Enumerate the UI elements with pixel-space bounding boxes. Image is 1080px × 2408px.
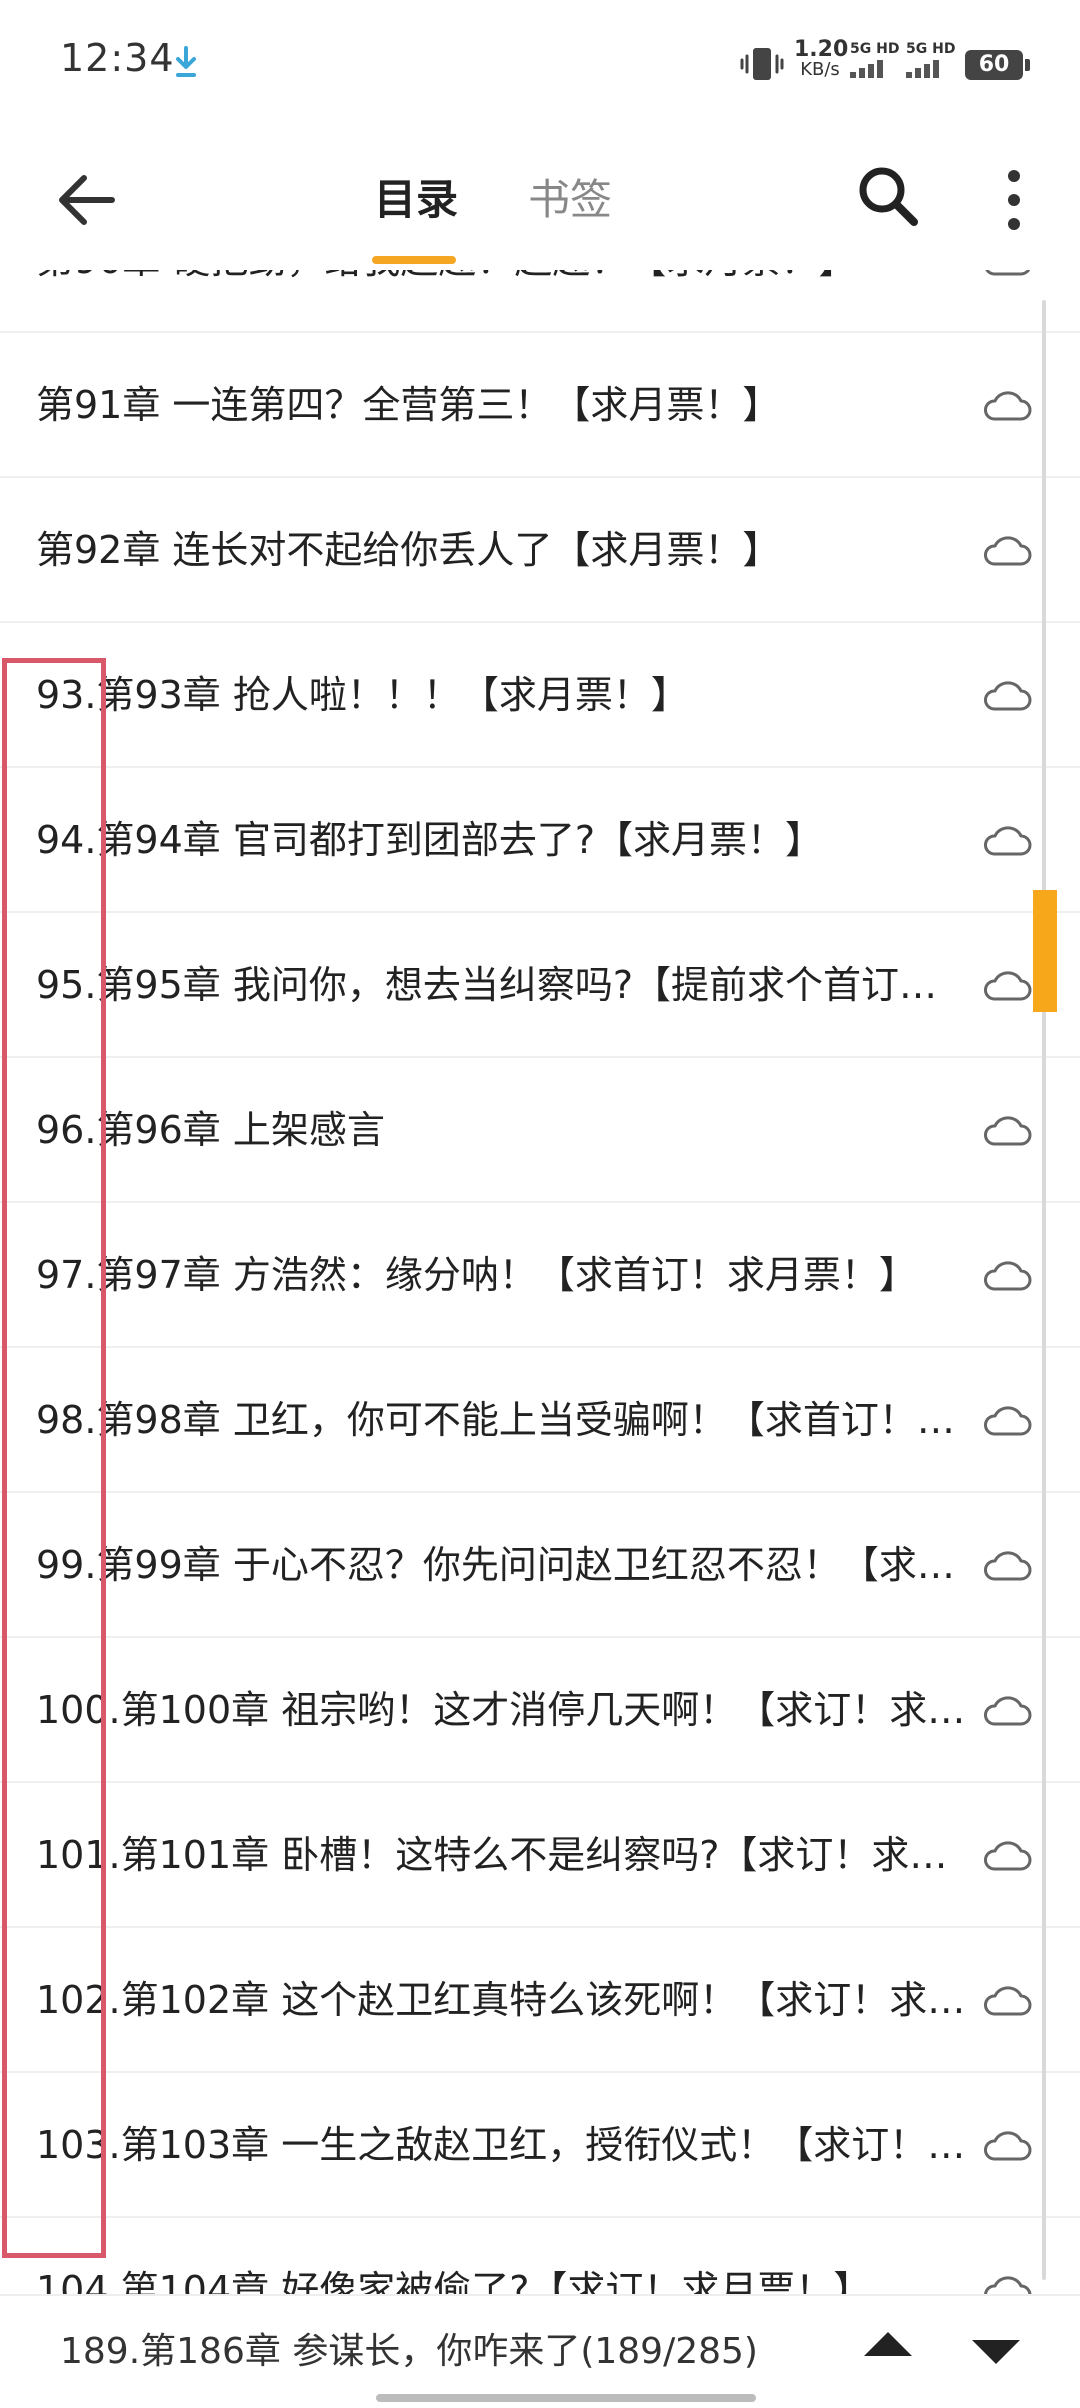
footer-bar: 189.第186章 参谋长，你咋来了(189/285) (0, 2294, 1080, 2408)
chapter-title: 98.第98章 卫红，你可不能上当受骗啊！【求首订！求月票！】 (36, 1398, 966, 1442)
cloud-icon[interactable] (982, 270, 1032, 278)
chapter-title: 第90章 硬把劲，给我超越！超越！【求月票！】 (36, 270, 966, 333)
cloud-icon[interactable] (982, 824, 1032, 858)
chapter-title: 102.第102章 这个赵卫红真特么该死啊！【求订！求月票！】 (36, 1978, 966, 2022)
net-speed: 1.20 KB/s (794, 37, 849, 80)
sim2-label: 5G HD (906, 41, 956, 57)
chapter-item[interactable]: 95.第95章 我问你，想去当纠察吗?【提前求个首订！】 (0, 913, 1080, 1058)
chapter-title: 104.第104章 好像家被偷了?【求订！求月票！】 (36, 2268, 872, 2294)
chapter-title: 95.第95章 我问你，想去当纠察吗?【提前求个首订！】 (36, 963, 966, 1007)
download-icon (176, 46, 196, 77)
chapter-item[interactable]: 第90章 硬把劲，给我超越！超越！【求月票！】 (0, 270, 1080, 333)
cloud-icon[interactable] (982, 1404, 1032, 1438)
chapter-title: 103.第103章 一生之敌赵卫红，授衔仪式！【求订！求月票！】 (36, 2123, 966, 2167)
chapter-item[interactable]: 104.第104章 好像家被偷了?【求订！求月票！】 (0, 2218, 1080, 2294)
cloud-icon[interactable] (982, 1114, 1032, 1148)
chapter-list: 第90章 硬把劲，给我超越！超越！【求月票！】第91章 一连第四？全营第三！【求… (0, 270, 1080, 2294)
sim1-label: 5G HD (850, 41, 900, 57)
chapter-item[interactable]: 103.第103章 一生之敌赵卫红，授衔仪式！【求订！求月票！】 (0, 2073, 1080, 2218)
cloud-icon[interactable] (982, 2129, 1032, 2163)
cloud-icon[interactable] (982, 1694, 1032, 1728)
chapter-item[interactable]: 96.第96章 上架感言 (0, 1058, 1080, 1203)
tab-catalog[interactable]: 目录 (374, 168, 458, 232)
chapter-title: 99.第99章 于心不忍？你先问问赵卫红忍不忍！【求订！求月票！】 (36, 1543, 966, 1587)
chapter-item[interactable]: 101.第101章 卧槽！这特么不是纠察吗?【求订！求月票！】 (0, 1783, 1080, 1928)
chapter-title: 100.第100章 祖宗哟！这才消停几天啊！【求订！求月票！】 (36, 1688, 966, 1732)
chapter-title: 94.第94章 官司都打到团部去了?【求月票！】 (36, 818, 824, 862)
cloud-icon[interactable] (982, 1259, 1032, 1293)
active-tab-indicator (372, 256, 456, 264)
signal-bars-icon (906, 60, 962, 78)
vibrate-icon (740, 48, 784, 80)
screen: 12:34 1.20 KB/s 5G HD 5G HD 60 目录 书签 第91… (0, 0, 1080, 2408)
home-indicator[interactable] (376, 2394, 756, 2402)
chapter-title: 96.第96章 上架感言 (36, 1108, 385, 1152)
signal-sim1: 5G HD (850, 42, 906, 82)
cloud-icon[interactable] (982, 534, 1032, 568)
annotation-highlight-box (2, 658, 106, 2258)
chapter-item[interactable]: 97.第97章 方浩然：缘分呐！【求首订！求月票！】 (0, 1203, 1080, 1348)
chapter-title: 93.第93章 抢人啦！！！【求月票！】 (36, 673, 689, 717)
chapter-item[interactable]: 100.第100章 祖宗哟！这才消停几天啊！【求订！求月票！】 (0, 1638, 1080, 1783)
cloud-icon[interactable] (982, 679, 1032, 713)
chapter-item[interactable]: 102.第102章 这个赵卫红真特么该死啊！【求订！求月票！】 (0, 1928, 1080, 2073)
search-icon[interactable] (852, 160, 924, 232)
signal-bars-icon (850, 60, 906, 78)
chapter-item[interactable]: 99.第99章 于心不忍？你先问问赵卫红忍不忍！【求订！求月票！】 (0, 1493, 1080, 1638)
net-speed-unit: KB/s (800, 59, 840, 80)
chapter-title: 101.第101章 卧槽！这特么不是纠察吗?【求订！求月票！】 (36, 1833, 966, 1877)
chapter-item[interactable]: 93.第93章 抢人啦！！！【求月票！】 (0, 623, 1080, 768)
chapter-item[interactable]: 第92章 连长对不起给你丢人了【求月票！】 (0, 478, 1080, 623)
scrollbar-thumb[interactable] (1033, 890, 1057, 1012)
scrollbar-track[interactable] (1042, 300, 1046, 2280)
scroll-top-icon[interactable] (864, 2332, 912, 2356)
back-button[interactable] (50, 168, 120, 232)
cloud-icon[interactable] (982, 2274, 1032, 2294)
cloud-icon[interactable] (982, 1839, 1032, 1873)
tab-bookmark[interactable]: 书签 (528, 168, 612, 232)
chapter-list-area[interactable]: 第90章 硬把劲，给我超越！超越！【求月票！】第91章 一连第四？全营第三！【求… (0, 270, 1080, 2294)
cloud-icon[interactable] (982, 1984, 1032, 2018)
signal-sim2: 5G HD (906, 42, 962, 82)
cloud-icon[interactable] (982, 969, 1032, 1003)
net-speed-value: 1.20 (794, 37, 849, 62)
status-bar: 12:34 1.20 KB/s 5G HD 5G HD 60 (0, 0, 1080, 128)
current-chapter-indicator[interactable]: 189.第186章 参谋长，你咋来了(189/285) (60, 2322, 758, 2374)
chapter-item[interactable]: 第91章 一连第四？全营第三！【求月票！】 (0, 333, 1080, 478)
chapter-item[interactable]: 98.第98章 卫红，你可不能上当受骗啊！【求首订！求月票！】 (0, 1348, 1080, 1493)
chapter-title: 97.第97章 方浩然：缘分呐！【求首订！求月票！】 (36, 1253, 917, 1297)
chapter-item[interactable]: 94.第94章 官司都打到团部去了?【求月票！】 (0, 768, 1080, 913)
scroll-bottom-icon[interactable] (972, 2340, 1020, 2364)
more-options-icon[interactable] (996, 164, 1032, 236)
chapter-title: 第91章 一连第四？全营第三！【求月票！】 (36, 383, 781, 427)
battery-indicator: 60 (965, 50, 1030, 80)
cloud-icon[interactable] (982, 1549, 1032, 1583)
status-time: 12:34 (60, 36, 175, 80)
header: 目录 书签 (0, 128, 1080, 270)
chapter-title: 第92章 连长对不起给你丢人了【求月票！】 (36, 528, 781, 572)
cloud-icon[interactable] (982, 389, 1032, 423)
